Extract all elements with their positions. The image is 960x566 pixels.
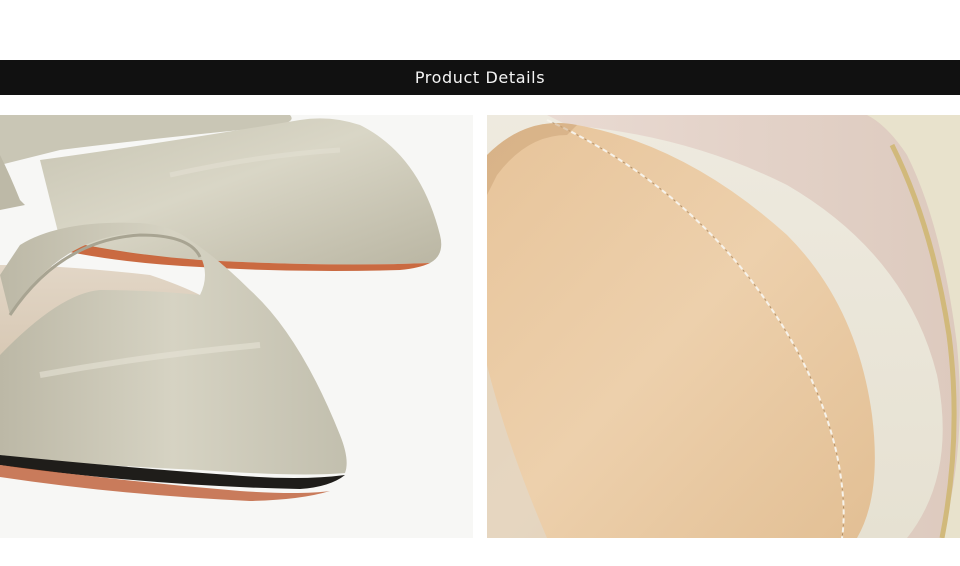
section-header-banner: Product Details — [0, 60, 960, 95]
section-title: Product Details — [414, 68, 546, 87]
shoe-toe-closeup-photo — [0, 115, 473, 538]
shoe-insole-closeup-photo — [487, 115, 960, 538]
